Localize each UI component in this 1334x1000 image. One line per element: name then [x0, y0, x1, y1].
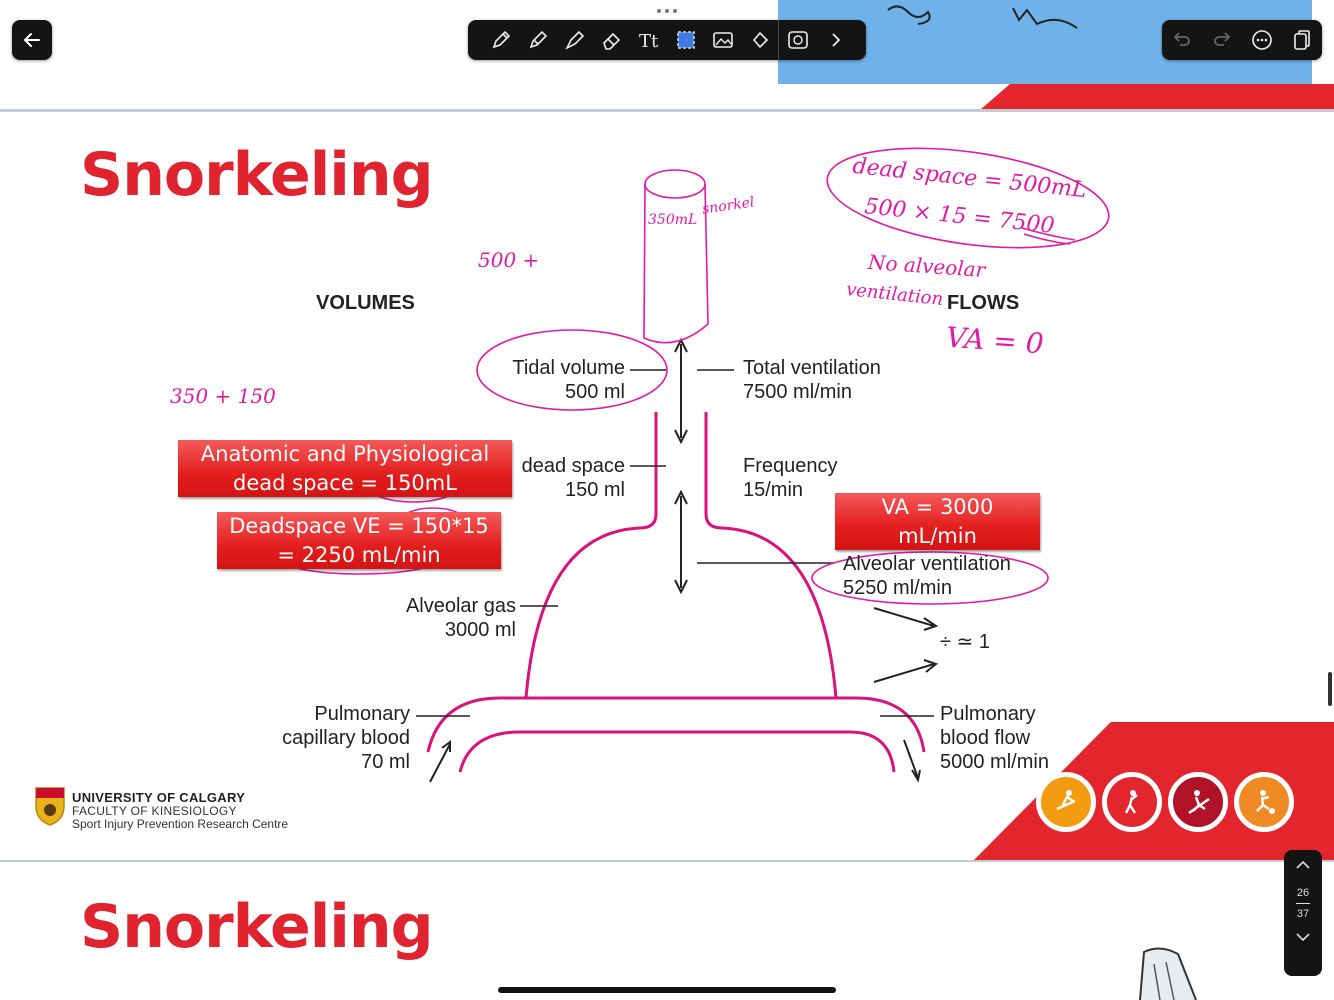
university-crest-icon [35, 787, 65, 826]
ratio-label: ÷ ≃ 1 [940, 631, 990, 653]
va-box-line1: VA = 3000 [881, 495, 994, 519]
pulmonary-flow-label: Pulmonary blood flow 5000 ml/min [940, 702, 1049, 774]
highlighter-tool[interactable] [556, 20, 593, 60]
undo-icon[interactable] [1170, 28, 1194, 52]
alveolar-ventilation-value: 5250 ml/min [843, 577, 952, 599]
drawing-toolbar: Tt [468, 20, 866, 60]
research-centre-name: Sport Injury Prevention Research Centre [72, 817, 289, 831]
anatomic-dead-space-box[interactable]: Anatomic and Physiological dead space = … [178, 440, 512, 497]
redo-icon[interactable] [1210, 28, 1234, 52]
total-ventilation-value: 7500 ml/min [743, 381, 852, 403]
chevron-up-icon[interactable] [1284, 850, 1322, 878]
back-button[interactable] [12, 20, 52, 60]
lasso-select-tool[interactable] [667, 20, 704, 60]
elements-tool[interactable] [778, 20, 816, 60]
svg-text:Tt: Tt [639, 31, 659, 52]
hockey-icon [1168, 772, 1228, 832]
pencil-tool[interactable] [519, 20, 556, 60]
eraser-tool[interactable] [593, 20, 630, 60]
pulmonary-capillary-text-2: capillary blood [282, 727, 410, 749]
dead-space-label: dead space 150 ml [505, 454, 625, 502]
snorkel-image-icon [1139, 947, 1197, 1000]
text-tool[interactable]: Tt [630, 20, 667, 60]
pulmonary-capillary-value: 70 ml [361, 751, 410, 773]
page-separator [1296, 903, 1310, 904]
university-name: UNIVERSITY OF CALGARY [72, 790, 246, 805]
anatomic-box-line1: Anatomic and Physiological [200, 442, 490, 466]
pages-icon[interactable] [1290, 28, 1314, 52]
ink-350-plus-150: 350 + 150 [170, 384, 276, 408]
pulmonary-flow-text-2: blood flow [940, 727, 1031, 749]
image-tool[interactable] [704, 20, 741, 60]
home-indicator[interactable] [498, 987, 836, 993]
basketball-icon [1102, 772, 1162, 832]
tidal-volume-value: 500 ml [564, 381, 625, 403]
highlighter-icon [564, 30, 584, 50]
total-ventilation-text: Total ventilation [743, 357, 881, 379]
scrollbar-thumb[interactable] [1328, 672, 1332, 706]
toolbar-drag-handle-icon[interactable] [652, 6, 682, 16]
alveolar-gas-label: Alveolar gas 3000 ml [376, 594, 516, 642]
deadspace-ve-box[interactable]: Deadspace VE = 150*15 = 2250 mL/min [217, 512, 501, 569]
text-icon: Tt [639, 31, 659, 52]
chevron-down-icon[interactable] [1284, 924, 1322, 952]
ink-va-zero: VA = 0 [944, 320, 1045, 361]
dead-space-text: dead space [521, 455, 625, 477]
total-ventilation-label: Total ventilation 7500 ml/min [743, 356, 881, 404]
va-box-line2: mL/min [898, 524, 977, 548]
deadspace-box-line2: = 2250 mL/min [277, 543, 441, 567]
pen-icon [492, 30, 510, 49]
image-icon [712, 32, 733, 48]
current-page: 26 [1296, 887, 1310, 899]
next-slide-title: Snorkeling [80, 892, 434, 962]
pulmonary-flow-value: 5000 ml/min [940, 751, 1049, 773]
deadspace-box-line1: Deadspace VE = 150*15 [229, 514, 489, 538]
alveolar-ventilation-label: Alveolar ventilation 5250 ml/min [843, 552, 1011, 600]
shapes-icon [752, 31, 768, 49]
back-arrow-icon [23, 33, 40, 47]
more-options-icon[interactable] [1250, 28, 1274, 52]
total-pages: 37 [1296, 908, 1310, 920]
eraser-icon [602, 32, 620, 50]
pen-tool[interactable] [482, 20, 519, 60]
pencil-icon [529, 30, 547, 49]
pulmonary-capillary-text-1: Pulmonary [314, 703, 410, 725]
frequency-value: 15/min [743, 479, 804, 501]
more-tools-button[interactable] [816, 20, 853, 60]
current-slide[interactable]: Snorkeling VOLUMES FLOWS Tidal volume 50… [0, 112, 1334, 860]
anatomic-box-line2: dead space = 150mL [233, 471, 457, 495]
dead-space-value: 150 ml [564, 479, 625, 501]
va-box[interactable]: VA = 3000 mL/min [835, 493, 1040, 550]
alveolar-ventilation-text: Alveolar ventilation [843, 553, 1011, 575]
ink-500-plus: 500 + [478, 248, 540, 272]
faculty-name: FACULTY OF KINESIOLOGY [72, 804, 237, 818]
pulmonary-capillary-label: Pulmonary capillary blood 70 ml [250, 702, 410, 774]
pulmonary-flow-text-1: Pulmonary [940, 703, 1036, 725]
frequency-label: Frequency 15/min [743, 454, 838, 502]
selection-icon [676, 31, 695, 49]
shape-tool[interactable] [741, 20, 778, 60]
page-indicator[interactable]: 26 37 [1284, 850, 1322, 976]
right-toolbar [1162, 20, 1322, 60]
soccer-icon [1234, 772, 1294, 832]
tidal-volume-text: Tidal volume [512, 357, 625, 379]
next-slide[interactable]: Snorkeling [0, 862, 1334, 1000]
snowboard-icon [1036, 772, 1096, 832]
sticker-icon [787, 31, 808, 49]
frequency-text: Frequency [743, 455, 838, 477]
alveolar-gas-text: Alveolar gas [405, 595, 516, 617]
chevron-right-icon [831, 33, 840, 47]
alveolar-gas-value: 3000 ml [444, 619, 516, 641]
tidal-volume-label: Tidal volume 500 ml [505, 356, 625, 404]
ink-snorkel-volume: 350mL [648, 212, 698, 228]
previous-slide-red-band [980, 84, 1334, 110]
